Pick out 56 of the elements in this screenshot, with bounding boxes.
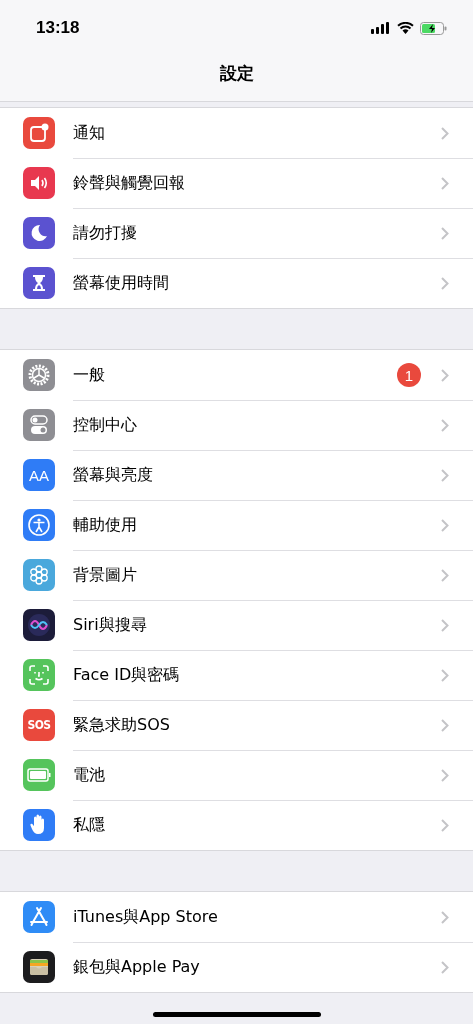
settings-row[interactable]: Siri與搜尋 — [0, 600, 473, 650]
row-label: 輔助使用 — [73, 515, 138, 536]
wifi-icon — [397, 22, 414, 34]
chevron-icon — [441, 368, 449, 382]
chevron-icon — [441, 126, 449, 140]
row-label: 控制中心 — [73, 415, 138, 436]
settings-row[interactable]: iTunes與App Store — [0, 892, 473, 942]
row-label: Face ID與密碼 — [73, 665, 181, 686]
settings-row[interactable]: 銀包與Apple Pay — [0, 942, 473, 992]
chevron-icon — [441, 419, 449, 432]
battery-charging-icon — [420, 21, 447, 35]
chevron-icon — [441, 669, 449, 682]
settings-row[interactable]: 私隱 — [0, 800, 473, 850]
chevron-icon — [441, 769, 449, 782]
chevron-icon — [441, 819, 449, 832]
row-label: 緊急求助SOS — [73, 715, 171, 736]
row-label: 私隱 — [73, 815, 106, 836]
signal-icon — [371, 22, 391, 34]
settings-row[interactable]: 控制中心 — [0, 400, 473, 450]
text-size-icon: AA — [23, 459, 55, 491]
chevron-icon — [441, 519, 449, 532]
row-label: 螢幕與亮度 — [73, 465, 154, 486]
settings-row[interactable]: SOS 緊急求助SOS — [0, 700, 473, 750]
chevron-icon — [441, 277, 449, 290]
row-label: 請勿打擾 — [73, 223, 138, 244]
chevron-icon — [441, 961, 449, 974]
chevron-icon — [441, 619, 449, 632]
row-label: 螢幕使用時間 — [73, 273, 170, 294]
settings-row[interactable]: AA 螢幕與亮度 — [0, 450, 473, 500]
settings-row[interactable]: 一般 1 — [0, 350, 473, 400]
row-label: 電池 — [73, 765, 106, 786]
status-time: 13:18 — [36, 18, 80, 38]
chevron-icon — [441, 719, 449, 732]
sos-icon: SOS — [23, 709, 55, 741]
chevron-icon — [441, 469, 449, 482]
settings-row[interactable]: 鈴聲與觸覺回報 — [0, 158, 473, 208]
notification-badge: 1 — [397, 363, 421, 387]
row-label: 一般 — [73, 364, 106, 386]
chevron-icon — [441, 569, 449, 582]
row-label: 通知 — [73, 122, 106, 144]
settings-row[interactable]: 背景圖片 — [0, 550, 473, 600]
settings-row[interactable]: 電池 — [0, 750, 473, 800]
row-label: Siri與搜尋 — [73, 615, 148, 636]
settings-row[interactable]: 輔助使用 — [0, 500, 473, 550]
chevron-icon — [441, 227, 449, 240]
row-label: iTunes與App Store — [73, 906, 219, 928]
row-label: 銀包與Apple Pay — [73, 957, 201, 978]
row-label: 鈴聲與觸覺回報 — [73, 173, 186, 194]
settings-row[interactable]: 通知 — [0, 108, 473, 158]
row-label: 背景圖片 — [73, 565, 138, 586]
chevron-icon — [441, 177, 449, 190]
page-title: 設定 — [218, 62, 255, 85]
settings-row[interactable]: 請勿打擾 — [0, 208, 473, 258]
settings-row[interactable]: Face ID與密碼 — [0, 650, 473, 700]
settings-row[interactable]: 螢幕使用時間 — [0, 258, 473, 308]
chevron-icon — [441, 910, 449, 924]
